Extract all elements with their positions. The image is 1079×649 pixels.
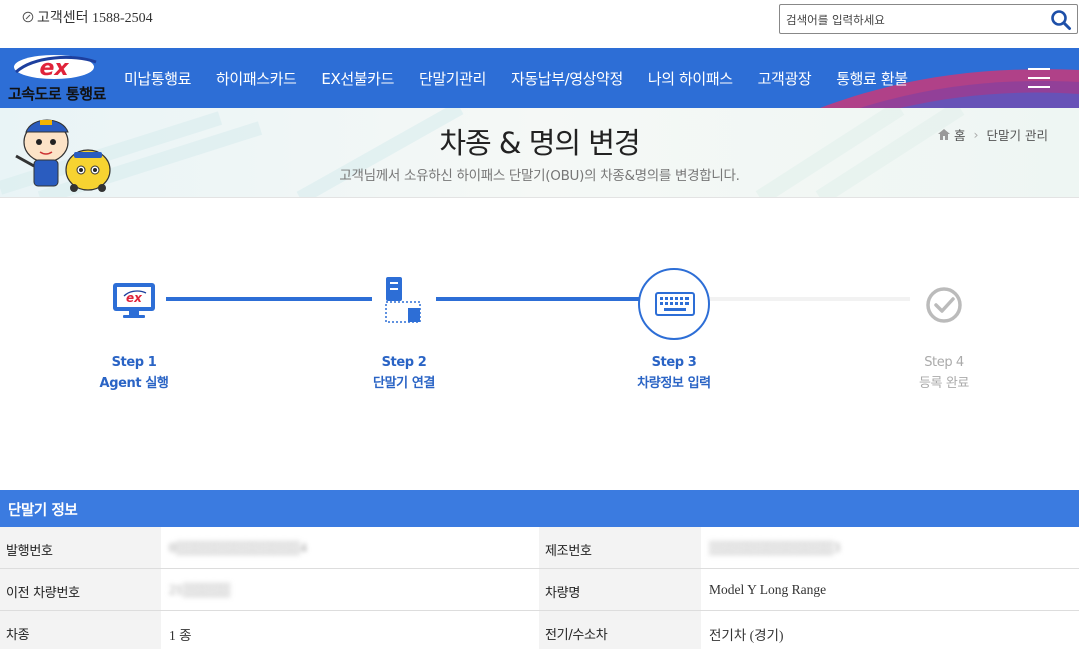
main-navigation: ex 고속도로 통행료 미납통행료 하이패스카드 EX선불카드 단말기관리 자동… <box>0 48 1079 108</box>
step-1-title: Agent 실행 <box>99 376 169 391</box>
menu-my-hipass[interactable]: 나의 하이패스 <box>648 68 733 89</box>
step-connector-3 <box>710 297 910 301</box>
menu-toll-refund[interactable]: 통행료 환불 <box>836 68 908 89</box>
menu-ex-prepaid-card[interactable]: EX선불카드 <box>321 68 394 89</box>
breadcrumb: 홈 › 단말기 관리 <box>938 125 1048 144</box>
issue-number-label: 발행번호 <box>0 527 161 568</box>
step-1-number: Step 1 <box>111 355 157 370</box>
step-3-label: Step 3 차량정보 입력 <box>594 352 754 394</box>
check-circle-icon <box>926 287 962 323</box>
ev-hydrogen-label: 전기/수소차 <box>539 611 701 649</box>
step-3-title: 차량정보 입력 <box>637 376 711 391</box>
page-banner: 차종 & 명의 변경 고객님께서 소유하신 하이패스 단말기(OBU)의 차종&… <box>0 108 1079 198</box>
svg-text:ex: ex <box>39 56 69 81</box>
vehicle-name-label: 차량명 <box>539 569 701 610</box>
step-4-label: Step 4 등록 완료 <box>864 352 1024 394</box>
step-connector-2 <box>436 297 640 301</box>
top-utility-bar: 고객센터 1588-2504 <box>0 0 1079 48</box>
progress-steps: ex Step 1 Agent 실행 Step 2 단말기 연결 Step 3 … <box>0 198 1079 490</box>
serial-number-label: 제조번호 <box>539 527 701 568</box>
prev-plate-label: 이전 차량번호 <box>0 569 161 610</box>
vehicle-class-label: 차종 <box>0 611 161 649</box>
gnb-menu: 미납통행료 하이패스카드 EX선불카드 단말기관리 자동납부/영상약정 나의 하… <box>124 48 933 108</box>
search-icon[interactable] <box>1049 8 1073 32</box>
step-2-title: 단말기 연결 <box>373 376 435 391</box>
home-icon[interactable] <box>938 129 950 140</box>
breadcrumb-current[interactable]: 단말기 관리 <box>987 125 1048 144</box>
vehicle-class-value: 1 종 <box>169 628 192 643</box>
vehicle-name-value: Model Y Long Range <box>709 582 827 597</box>
step-2-number: Step 2 <box>381 355 427 370</box>
site-logo[interactable]: ex 고속도로 통행료 <box>4 52 112 104</box>
search-box <box>779 4 1078 34</box>
menu-unpaid-toll[interactable]: 미납통행료 <box>124 68 191 89</box>
prev-plate-value: 21▒▒▒▒▒ <box>169 582 231 597</box>
issue-number-value: 0▒▒▒▒▒▒▒▒▒▒▒▒▒4 <box>169 540 307 555</box>
logo-text: 고속도로 통행료 <box>8 85 106 103</box>
search-input[interactable] <box>786 11 1041 29</box>
customer-center-text: 고객센터 1588-2504 <box>37 11 153 26</box>
step-1-label: Step 1 Agent 실행 <box>54 352 214 394</box>
step-connector-1 <box>166 297 372 301</box>
breadcrumb-separator-icon: › <box>973 127 979 142</box>
phone-icon <box>22 11 34 23</box>
table-row: 발행번호 0▒▒▒▒▒▒▒▒▒▒▒▒▒4 제조번호 ▒▒▒▒▒▒▒▒▒▒▒▒▒3 <box>0 527 1079 569</box>
step-4-title: 등록 완료 <box>919 376 969 391</box>
hamburger-menu-icon[interactable] <box>1028 68 1050 88</box>
menu-device-management[interactable]: 단말기관리 <box>419 68 486 89</box>
ex-logo-icon: ex <box>14 55 97 81</box>
serial-number-value: ▒▒▒▒▒▒▒▒▒▒▒▒▒3 <box>709 540 841 555</box>
breadcrumb-home[interactable]: 홈 <box>954 125 966 144</box>
table-row: 이전 차량번호 21▒▒▒▒▒ 차량명 Model Y Long Range <box>0 569 1079 611</box>
ev-hydrogen-value: 전기차 (경기) <box>709 628 784 643</box>
customer-center: 고객센터 1588-2504 <box>22 7 153 27</box>
step-3-number: Step 3 <box>651 355 697 370</box>
menu-auto-payment[interactable]: 자동납부/영상약정 <box>511 68 623 89</box>
monitor-icon: ex <box>113 283 155 318</box>
menu-customer-plaza[interactable]: 고객광장 <box>758 68 812 89</box>
device-info-header: 단말기 정보 <box>0 490 1079 527</box>
device-connect-icon <box>385 277 421 323</box>
table-row: 차종 1 종 전기/수소차 전기차 (경기) <box>0 611 1079 649</box>
page-title: 차종 & 명의 변경 <box>439 126 640 160</box>
step-4-number: Step 4 <box>924 355 964 370</box>
page-subtitle: 고객님께서 소유하신 하이패스 단말기(OBU)의 차종&명의를 변경합니다. <box>339 168 740 184</box>
menu-hipass-card[interactable]: 하이패스카드 <box>216 68 297 89</box>
keyboard-icon <box>655 292 695 316</box>
step-2-label: Step 2 단말기 연결 <box>324 352 484 394</box>
